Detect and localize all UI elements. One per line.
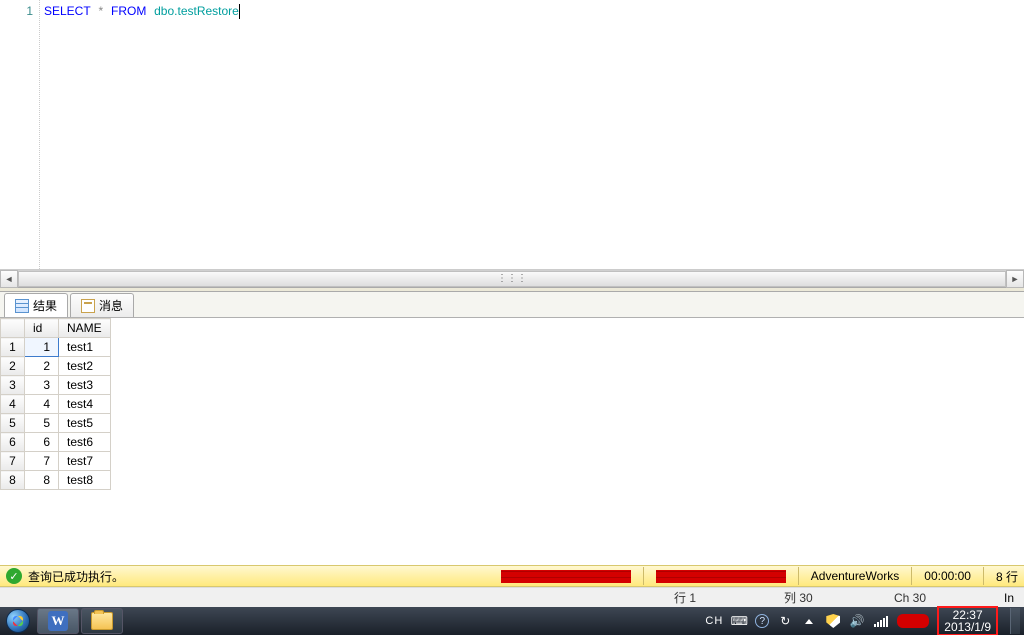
sql-editor-pane[interactable]: 1 SELECT * FROM dbo.testRestore: [0, 0, 1024, 269]
row-header[interactable]: 2: [1, 357, 25, 376]
cell-id[interactable]: 6: [25, 433, 59, 452]
query-success-message: 查询已成功执行。: [28, 568, 124, 585]
table-row[interactable]: 77test7: [1, 452, 111, 471]
taskbar-word-button[interactable]: W: [37, 608, 79, 634]
keyboard-icon[interactable]: ⌨: [731, 613, 747, 629]
table-row[interactable]: 44test4: [1, 395, 111, 414]
sql-keyword: SELECT: [44, 4, 91, 18]
cell-id[interactable]: 4: [25, 395, 59, 414]
cell-id[interactable]: 5: [25, 414, 59, 433]
network-signal-icon[interactable]: [873, 613, 889, 629]
row-header[interactable]: 1: [1, 338, 25, 357]
cell-id[interactable]: 3: [25, 376, 59, 395]
messages-icon: [81, 299, 95, 313]
taskbar-explorer-button[interactable]: [81, 608, 123, 634]
table-row[interactable]: 22test2: [1, 357, 111, 376]
windows-logo-icon: [6, 609, 30, 633]
scroll-right-button[interactable]: ►: [1006, 270, 1024, 288]
taskbar-clock[interactable]: 22:37 2013/1/9: [937, 606, 998, 635]
redacted-server-name: [501, 570, 631, 583]
cell-name[interactable]: test3: [59, 376, 111, 395]
cell-name[interactable]: test4: [59, 395, 111, 414]
table-row[interactable]: 33test3: [1, 376, 111, 395]
folder-icon: [91, 612, 113, 630]
tab-results[interactable]: 结果: [4, 293, 68, 317]
system-tray[interactable]: CH ⌨ ? ↻ 🔊 22:37 2013/1/9: [705, 607, 1024, 635]
line-number: 1: [0, 4, 33, 18]
volume-icon[interactable]: 🔊: [849, 613, 865, 629]
start-button[interactable]: [0, 607, 36, 635]
windows-taskbar[interactable]: W CH ⌨ ? ↻ 🔊 22:37 2013/1/9: [0, 607, 1024, 635]
row-header[interactable]: 4: [1, 395, 25, 414]
redacted-user-name: [656, 570, 786, 583]
scroll-left-button[interactable]: ◄: [0, 270, 18, 288]
redacted-tray-item: [897, 614, 929, 628]
cell-name[interactable]: test1: [59, 338, 111, 357]
tab-results-label: 结果: [33, 297, 57, 314]
scroll-track[interactable]: ⋮⋮⋮: [18, 270, 1006, 287]
cell-id[interactable]: 1: [25, 338, 59, 357]
ime-indicator[interactable]: CH: [705, 615, 723, 627]
results-corner-cell[interactable]: [1, 319, 25, 338]
sql-identifier: dbo.testRestore: [154, 4, 239, 18]
cell-name[interactable]: test8: [59, 471, 111, 490]
status-insert-mode: In: [1004, 591, 1014, 605]
sql-code-area[interactable]: SELECT * FROM dbo.testRestore: [40, 0, 1024, 269]
row-header[interactable]: 5: [1, 414, 25, 433]
show-desktop-button[interactable]: [1010, 608, 1020, 634]
clock-date: 2013/1/9: [944, 621, 991, 633]
status-elapsed: 00:00:00: [918, 569, 977, 583]
status-database: AdventureWorks: [805, 569, 905, 583]
column-header-id[interactable]: id: [25, 319, 59, 338]
row-header[interactable]: 3: [1, 376, 25, 395]
cell-name[interactable]: test2: [59, 357, 111, 376]
status-char: Ch 30: [894, 591, 944, 605]
results-grid-pane[interactable]: id NAME 11test1 22test2 33test3 44test4 …: [0, 318, 1024, 565]
table-row[interactable]: 11test1: [1, 338, 111, 357]
cell-id[interactable]: 2: [25, 357, 59, 376]
table-row[interactable]: 66test6: [1, 433, 111, 452]
word-icon: W: [48, 611, 68, 631]
status-line: 行 1: [674, 589, 724, 606]
success-check-icon: ✓: [6, 568, 22, 584]
editor-horizontal-scrollbar[interactable]: ◄ ⋮⋮⋮ ►: [0, 269, 1024, 287]
sync-icon[interactable]: ↻: [777, 613, 793, 629]
row-header[interactable]: 6: [1, 433, 25, 452]
sql-star: *: [99, 4, 104, 18]
text-caret: [239, 4, 240, 19]
tab-messages[interactable]: 消息: [70, 293, 134, 317]
results-tab-bar: 结果 消息: [0, 292, 1024, 318]
table-row[interactable]: 55test5: [1, 414, 111, 433]
tray-chevron-up-icon[interactable]: [801, 613, 817, 629]
security-shield-icon[interactable]: [825, 613, 841, 629]
cell-id[interactable]: 7: [25, 452, 59, 471]
cell-name[interactable]: test6: [59, 433, 111, 452]
status-rowcount: 8 行: [990, 568, 1024, 585]
cell-id[interactable]: 8: [25, 471, 59, 490]
results-table[interactable]: id NAME 11test1 22test2 33test3 44test4 …: [0, 318, 111, 490]
line-number-gutter: 1: [0, 0, 40, 269]
status-column: 列 30: [784, 589, 834, 606]
editor-position-status-bar: 行 1 列 30 Ch 30 In: [0, 587, 1024, 607]
table-row[interactable]: 88test8: [1, 471, 111, 490]
help-icon[interactable]: ?: [755, 614, 769, 628]
row-header[interactable]: 8: [1, 471, 25, 490]
tab-messages-label: 消息: [99, 297, 123, 314]
cell-name[interactable]: test5: [59, 414, 111, 433]
query-status-bar: ✓ 查询已成功执行。 AdventureWorks 00:00:00 8 行: [0, 565, 1024, 587]
sql-keyword: FROM: [111, 4, 146, 18]
results-grid-icon: [15, 299, 29, 313]
results-header-row: id NAME: [1, 319, 111, 338]
column-header-name[interactable]: NAME: [59, 319, 111, 338]
row-header[interactable]: 7: [1, 452, 25, 471]
cell-name[interactable]: test7: [59, 452, 111, 471]
